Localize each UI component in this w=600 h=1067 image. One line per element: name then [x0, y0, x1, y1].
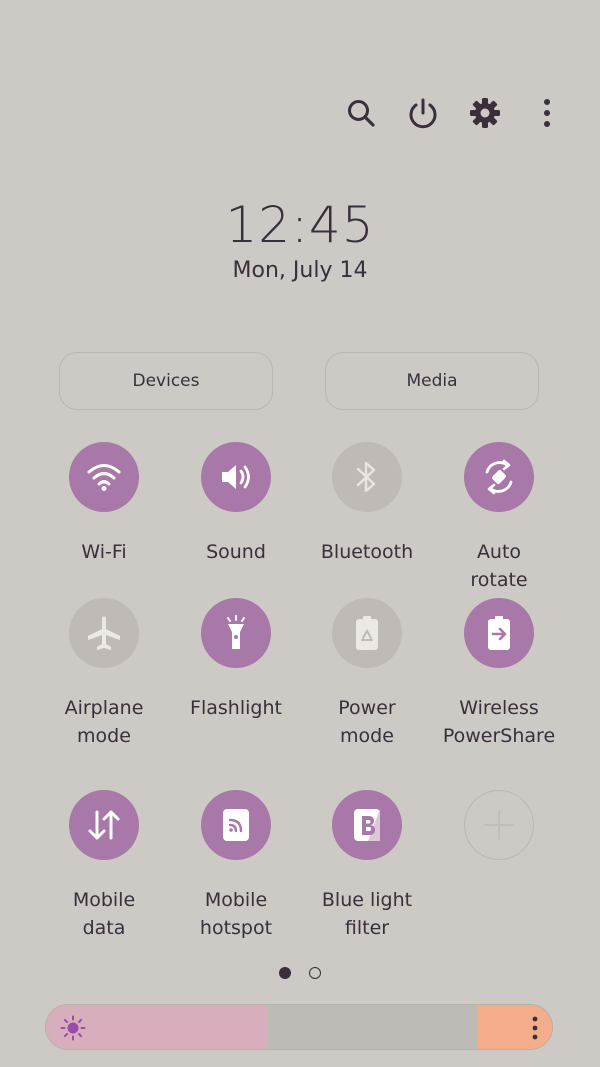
power-button[interactable]	[404, 92, 442, 134]
tile-wifi[interactable]: Wi-Fi	[38, 442, 170, 566]
tile-label: Mobile	[72, 889, 136, 911]
wifi-toggle[interactable]	[69, 442, 139, 512]
tile-label: Sound	[206, 541, 266, 563]
rotate-icon	[485, 459, 513, 495]
more-vert-icon	[544, 99, 550, 127]
sun-icon	[60, 1015, 86, 1041]
tile-label: Flashlight	[190, 697, 282, 719]
speaker-icon	[222, 465, 250, 489]
gear-icon	[470, 98, 500, 128]
tile-label: Airplane	[64, 697, 144, 719]
blue-light-toggle[interactable]	[332, 790, 402, 860]
tile-label: Bluetooth	[320, 541, 414, 563]
page-dot-2[interactable]	[309, 967, 321, 979]
battery-recycle-icon	[356, 616, 378, 650]
tile-label: Power	[338, 697, 396, 719]
tile-label-2: hotspot	[199, 917, 273, 939]
tile-label-2: mode	[340, 725, 394, 747]
flashlight-toggle[interactable]	[201, 598, 271, 668]
hotspot-toggle[interactable]	[201, 790, 271, 860]
flashlight-icon	[227, 615, 245, 649]
auto-rotate-toggle[interactable]	[464, 442, 534, 512]
brightness-slider[interactable]	[45, 1004, 553, 1050]
tile-blue-light-filter[interactable]: Blue light filter	[301, 790, 433, 942]
media-button[interactable]: Media	[325, 352, 539, 410]
search-icon	[348, 100, 375, 127]
tile-label: Blue light	[321, 889, 413, 911]
tile-flashlight[interactable]: Flashlight	[170, 598, 302, 722]
power-icon	[409, 98, 437, 129]
brightness-end	[477, 1005, 552, 1049]
airplane-toggle[interactable]	[69, 598, 139, 668]
devices-button[interactable]: Devices	[59, 352, 273, 410]
media-label: Media	[406, 371, 458, 391]
sound-toggle[interactable]	[201, 442, 271, 512]
tile-mobile-data[interactable]: Mobile data	[38, 790, 170, 942]
battery-share-icon	[488, 616, 510, 650]
tile-power-mode[interactable]: Power mode	[301, 598, 433, 750]
mobile-data-toggle[interactable]	[69, 790, 139, 860]
tile-label-2: filter	[344, 917, 390, 939]
more-options-button[interactable]	[528, 92, 566, 134]
tile-label: Auto	[476, 541, 522, 563]
add-tile-button[interactable]	[464, 790, 534, 860]
airplane-icon	[88, 616, 120, 650]
tile-wireless-powershare[interactable]: Wireless PowerShare	[433, 598, 565, 750]
tile-label-2: rotate	[470, 569, 528, 591]
power-mode-toggle[interactable]	[332, 598, 402, 668]
clock-time: 12:45	[225, 196, 375, 254]
tile-label-2: mode	[77, 725, 131, 747]
data-arrows-icon	[88, 810, 120, 840]
tile-airplane-mode[interactable]: Airplane mode	[38, 598, 170, 750]
blue-light-icon	[354, 809, 380, 841]
tile-label-2: PowerShare	[442, 725, 556, 747]
more-vert-icon[interactable]	[530, 1015, 540, 1041]
page-indicator	[0, 967, 600, 979]
top-toolbar	[342, 92, 566, 134]
brightness-track	[267, 1005, 477, 1049]
search-button[interactable]	[342, 92, 380, 134]
tile-bluetooth[interactable]: Bluetooth	[301, 442, 433, 566]
settings-button[interactable]	[466, 92, 504, 134]
powershare-toggle[interactable]	[464, 598, 534, 668]
tile-add[interactable]	[433, 790, 565, 860]
tile-label: Wireless	[459, 697, 539, 719]
plus-icon	[484, 810, 514, 840]
bluetooth-icon	[356, 461, 376, 493]
page-dot-1[interactable]	[279, 967, 291, 979]
bluetooth-toggle[interactable]	[332, 442, 402, 512]
tile-sound[interactable]: Sound	[170, 442, 302, 566]
tile-label: Wi-Fi	[81, 541, 127, 563]
tile-label: Mobile	[204, 889, 268, 911]
wifi-icon	[87, 464, 121, 491]
tile-auto-rotate[interactable]: Auto rotate	[433, 442, 565, 594]
tile-mobile-hotspot[interactable]: Mobile hotspot	[170, 790, 302, 942]
hotspot-icon	[223, 809, 249, 841]
clock-date: Mon, July 14	[232, 258, 368, 283]
devices-label: Devices	[132, 371, 200, 391]
tile-label-2: data	[82, 917, 126, 939]
